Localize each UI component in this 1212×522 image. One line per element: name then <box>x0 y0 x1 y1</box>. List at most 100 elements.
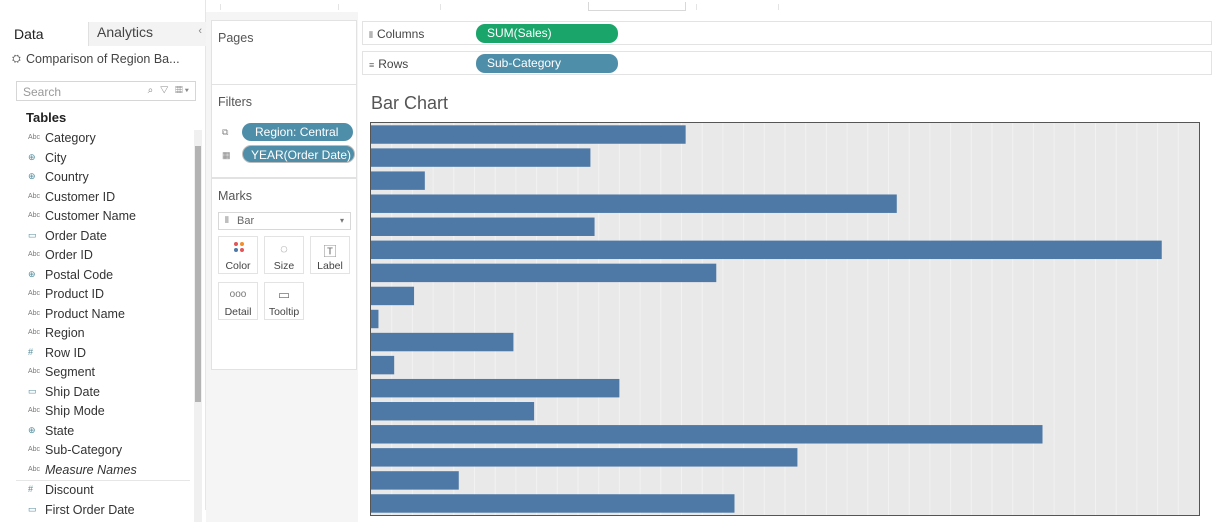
globe-icon: ⊕ <box>28 424 36 435</box>
search-field[interactable]: Search ⌕ ▽ ▦▾ <box>16 81 196 101</box>
scrollbar-thumb[interactable] <box>195 146 201 402</box>
field-item[interactable]: Abc Customer ID <box>0 188 190 208</box>
field-item[interactable]: Abc Product Name <box>0 305 190 325</box>
rows-shelf[interactable]: ≡ Rows Sub-Category <box>362 51 1212 75</box>
field-item[interactable]: ▭ Order Date <box>0 227 190 247</box>
pages-card[interactable]: Pages <box>211 20 357 86</box>
bar-mark[interactable] <box>371 378 620 398</box>
field-label: Postal Code <box>45 267 114 282</box>
field-item[interactable]: Abc Measure Names <box>0 461 190 481</box>
data-pane-scrollbar[interactable] <box>194 130 202 522</box>
toolbar-box <box>588 2 686 11</box>
field-item[interactable]: Abc Ship Mode <box>0 402 190 422</box>
bar-mark[interactable] <box>371 471 459 490</box>
search-placeholder: Search <box>23 85 62 99</box>
datasource-label: Comparison of Region Ba... <box>26 52 180 66</box>
field-item[interactable]: ▭ Ship Date <box>0 383 190 403</box>
bar-mark[interactable] <box>371 171 425 190</box>
field-item[interactable]: Abc Segment <box>0 363 190 383</box>
size-icon: ◌ <box>280 241 288 256</box>
field-label: Product Name <box>45 306 125 321</box>
bar-mark[interactable] <box>371 148 591 167</box>
tab-analytics[interactable]: Analytics ‹ <box>88 22 206 46</box>
bar-mark[interactable] <box>371 194 897 213</box>
field-item[interactable]: ⊕ State <box>0 422 190 442</box>
bar-mark[interactable] <box>371 125 686 144</box>
label-button[interactable]: 🅃 Label <box>310 236 350 274</box>
pages-title: Pages <box>218 31 254 45</box>
field-item[interactable]: Abc Category <box>0 129 190 149</box>
field-item[interactable]: # Discount <box>0 481 190 501</box>
tab-data[interactable]: Data <box>14 26 44 42</box>
text-type-icon: Abc <box>28 329 41 336</box>
text-type-icon: Abc <box>28 446 41 453</box>
filters-card[interactable]: Filters ⧉ Region: Central ▦ YEAR(Order D… <box>211 84 357 178</box>
field-item[interactable]: ⊕ City <box>0 149 190 169</box>
field-item[interactable]: Abc Region <box>0 324 190 344</box>
bar-mark[interactable] <box>371 332 514 352</box>
chart-title: Bar Chart <box>371 93 449 113</box>
bar-chart-plot[interactable] <box>370 122 1200 516</box>
measure-list: # Discount ▭ First Order Date <box>0 481 190 520</box>
field-label: Region <box>45 326 85 340</box>
bar-mark[interactable] <box>371 448 798 467</box>
field-item[interactable]: Abc Product ID <box>0 285 190 305</box>
filter-pill-region[interactable]: Region: Central <box>242 123 353 141</box>
text-type-icon: Abc <box>28 290 41 297</box>
bar-mark[interactable] <box>371 240 1162 260</box>
text-type-icon: Abc <box>28 407 41 414</box>
toolbar-tick <box>220 4 221 10</box>
tooltip-button[interactable]: ▭ Tooltip <box>264 282 304 320</box>
text-type-icon: Abc <box>28 465 41 473</box>
tooltip-icon: ▭ <box>277 287 291 302</box>
columns-pill-sum-sales[interactable]: SUM(Sales) <box>476 24 618 43</box>
field-label: City <box>45 150 67 165</box>
field-item[interactable]: Abc Sub-Category <box>0 441 190 461</box>
field-list: Abc Category ⊕ City ⊕ Country Abc Customer ID Ab… <box>0 129 190 480</box>
rows-icon: ≡ <box>369 60 375 70</box>
detail-label: Detail <box>224 306 252 318</box>
detail-button[interactable]: ooo Detail <box>218 282 258 320</box>
toolbar-tick <box>778 4 779 10</box>
bar-mark[interactable] <box>371 263 717 283</box>
field-label: Product ID <box>45 287 105 301</box>
marks-title: Marks <box>218 189 253 203</box>
collapse-pane-icon[interactable]: ‹ <box>198 25 202 37</box>
label-icon: 🅃 <box>323 244 337 259</box>
field-label: Discount <box>45 483 94 497</box>
text-type-icon: Abc <box>28 309 41 317</box>
bar-mark[interactable] <box>371 286 415 306</box>
size-button[interactable]: ◌ Size <box>264 236 304 274</box>
color-button[interactable]: Color <box>218 236 258 274</box>
bar-mark[interactable] <box>371 402 535 421</box>
field-label: Country <box>45 170 89 184</box>
field-label: Order Date <box>45 228 107 243</box>
rows-pill-sub-category[interactable]: Sub-Category <box>476 54 618 73</box>
field-item[interactable]: Abc Customer Name <box>0 207 190 227</box>
bar-mark[interactable] <box>371 355 395 375</box>
marks-card: Marks ⫴ Bar ▾ Color ◌ Size 🅃 Label ooo D… <box>211 178 357 370</box>
field-item[interactable]: ⊕ Country <box>0 168 190 188</box>
field-item[interactable]: Abc Order ID <box>0 246 190 266</box>
tooltip-label: Tooltip <box>268 306 300 318</box>
bar-mark[interactable] <box>371 425 1043 444</box>
calendar-icon: ▭ <box>28 503 37 514</box>
text-type-icon: Abc <box>28 134 41 141</box>
toolbar-tick <box>440 4 441 10</box>
columns-shelf[interactable]: ⦀ Columns SUM(Sales) <box>362 21 1212 45</box>
bar-mark-icon: ⫴ <box>225 215 229 225</box>
filter-pill-year[interactable]: YEAR(Order Date) <box>242 145 355 163</box>
field-label: Ship Date <box>45 384 100 399</box>
datasource-name[interactable]: ⛭ Comparison of Region Ba... <box>12 52 180 66</box>
cards-pane: Pages Filters ⧉ Region: Central ▦ YEAR(O… <box>206 12 358 522</box>
field-label: Order ID <box>45 248 93 262</box>
field-item[interactable]: # Row ID <box>0 344 190 364</box>
field-item[interactable]: ⊕ Postal Code <box>0 266 190 286</box>
bar-mark[interactable] <box>371 309 379 329</box>
calendar-icon: ▭ <box>28 385 37 396</box>
search-filter-view-icons[interactable]: ⌕ ▽ ▦▾ <box>148 85 191 96</box>
bar-mark[interactable] <box>371 217 595 236</box>
bar-mark[interactable] <box>371 494 735 513</box>
field-item[interactable]: ▭ First Order Date <box>0 501 190 521</box>
mark-type-dropdown[interactable]: ⫴ Bar ▾ <box>218 212 351 230</box>
